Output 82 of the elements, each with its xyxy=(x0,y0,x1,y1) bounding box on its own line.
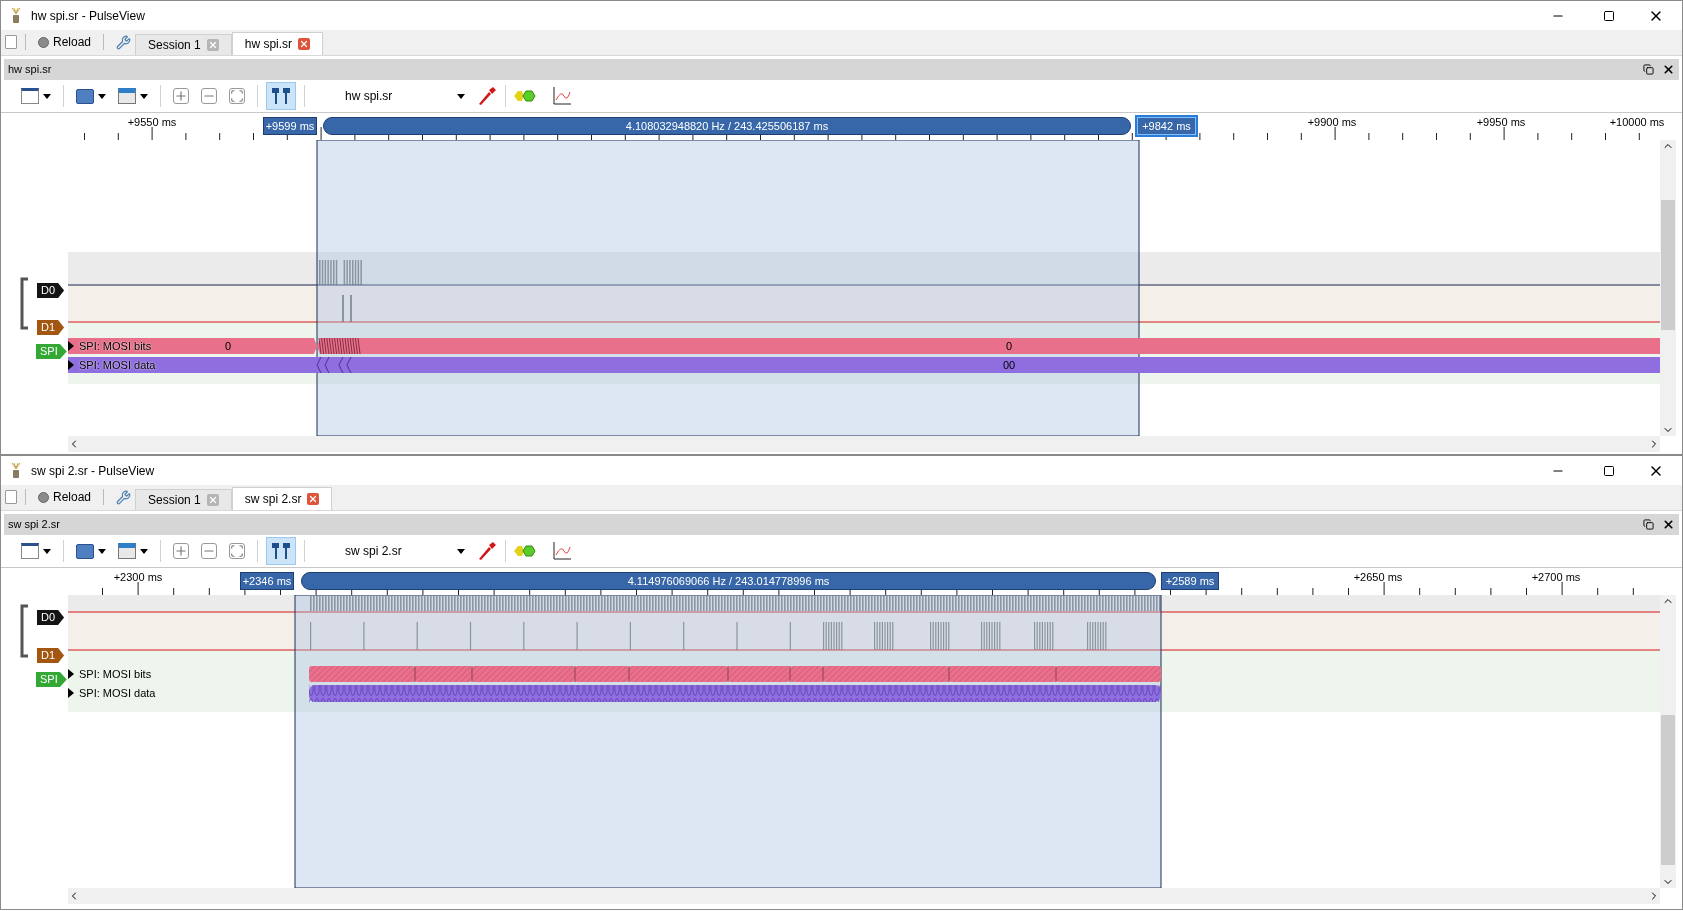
decoder-icon[interactable] xyxy=(514,544,536,558)
probe-icon[interactable] xyxy=(477,86,497,106)
zoom-fit-icon xyxy=(229,88,245,104)
tab-close-icon[interactable] xyxy=(307,493,320,505)
tab[interactable]: Session 1 xyxy=(135,34,232,55)
tab[interactable]: hw spi.sr xyxy=(231,32,324,55)
scrollbar-thumb[interactable] xyxy=(1661,715,1675,865)
caret-icon[interactable] xyxy=(140,548,148,554)
tab-close-icon[interactable] xyxy=(206,494,219,506)
tab[interactable]: sw spi 2.sr xyxy=(231,487,333,510)
bracket-icon xyxy=(18,604,30,658)
caret-icon[interactable] xyxy=(98,548,106,554)
reload-button[interactable]: Reload xyxy=(34,488,96,506)
decoder-row-label: SPI: MOSI data xyxy=(79,686,156,701)
bracket-icon xyxy=(18,277,30,330)
close-icon[interactable] xyxy=(1662,518,1675,531)
decoder-value: 0 xyxy=(224,339,232,354)
window-icon xyxy=(21,543,39,559)
zoom-out-icon xyxy=(201,88,217,104)
maximize-icon[interactable] xyxy=(1603,9,1615,22)
decoder-value: 0 xyxy=(1005,339,1013,354)
channel-label[interactable]: D0 xyxy=(37,610,65,625)
cursor-marker[interactable]: +2346 ms xyxy=(240,572,294,590)
new-session-icon[interactable] xyxy=(5,35,17,49)
cursor-toggle-button[interactable] xyxy=(266,537,296,565)
channel-label[interactable]: D1 xyxy=(37,648,65,663)
tab-close-icon[interactable] xyxy=(298,38,311,50)
decoder-row-label: SPI: MOSI bits xyxy=(79,667,152,682)
window-title: hw spi.sr - PulseView xyxy=(31,7,145,25)
ruler-label: +9550 ms xyxy=(127,115,177,130)
ruler-label: +9950 ms xyxy=(1476,115,1526,130)
window-icon xyxy=(21,88,39,104)
decoder-value: 00 xyxy=(1002,358,1016,373)
cursor-marker[interactable]: +9599 ms xyxy=(263,117,317,135)
decoder-row-label: SPI: MOSI bits xyxy=(79,339,152,354)
zoom-in-icon xyxy=(173,543,189,559)
channel-label[interactable]: D1 xyxy=(37,320,65,335)
cursor-marker[interactable]: +2589 ms xyxy=(1161,572,1219,590)
scrollbar-thumb[interactable] xyxy=(1661,200,1675,330)
cursors-icon xyxy=(271,87,291,105)
decoder-row-label: SPI: MOSI data xyxy=(79,358,156,373)
horizontal-scrollbar[interactable] xyxy=(68,888,1660,904)
maximize-icon[interactable] xyxy=(1603,464,1615,477)
tools-icon[interactable] xyxy=(116,34,132,50)
ruler-label: +2300 ms xyxy=(113,570,163,585)
math-icon[interactable] xyxy=(552,86,572,106)
panel-title: hw spi.sr xyxy=(8,62,52,78)
probe-icon[interactable] xyxy=(477,541,497,561)
measurement-bar[interactable]: 4.114976069066 Hz / 243.014778996 ms xyxy=(301,572,1156,590)
reload-button[interactable]: Reload xyxy=(34,33,96,51)
ruler-label: +10000 ms xyxy=(1609,115,1665,130)
horizontal-scrollbar[interactable] xyxy=(68,436,1660,452)
tools-icon[interactable] xyxy=(116,489,132,505)
math-icon[interactable] xyxy=(552,541,572,561)
caret-icon[interactable] xyxy=(98,93,106,99)
zoom-fit-icon xyxy=(229,543,245,559)
caret-icon[interactable] xyxy=(140,93,148,99)
cursor-marker[interactable]: +9842 ms xyxy=(1137,117,1196,135)
app-icon xyxy=(9,6,23,25)
caret-icon[interactable] xyxy=(43,93,51,99)
ruler-label: +9900 ms xyxy=(1307,115,1357,130)
window-title: sw spi 2.sr - PulseView xyxy=(31,462,155,480)
tab-close-icon[interactable] xyxy=(206,39,219,51)
decoder-icon[interactable] xyxy=(514,89,536,103)
cursor-toggle-button[interactable] xyxy=(266,82,296,110)
device-dropdown[interactable]: hw spi.sr xyxy=(345,84,465,108)
close-icon[interactable] xyxy=(1662,63,1675,76)
restore-icon[interactable] xyxy=(1643,519,1654,530)
restore-icon[interactable] xyxy=(1643,64,1654,75)
tab[interactable]: Session 1 xyxy=(135,489,232,510)
measurement-bar[interactable]: 4.108032948820 Hz / 243.425506187 ms xyxy=(323,117,1131,135)
new-session-icon[interactable] xyxy=(5,490,17,504)
caret-icon[interactable] xyxy=(43,548,51,554)
panel-title: sw spi 2.sr xyxy=(8,517,60,533)
zoom-out-icon xyxy=(201,543,217,559)
cursors-icon xyxy=(271,542,291,560)
device-dropdown[interactable]: sw spi 2.sr xyxy=(345,539,465,563)
zoom-in-icon xyxy=(173,88,189,104)
app-icon xyxy=(9,461,23,480)
ruler-label: +2700 ms xyxy=(1531,570,1581,585)
ruler-label: +2650 ms xyxy=(1353,570,1403,585)
channel-label[interactable]: D0 xyxy=(37,283,65,298)
